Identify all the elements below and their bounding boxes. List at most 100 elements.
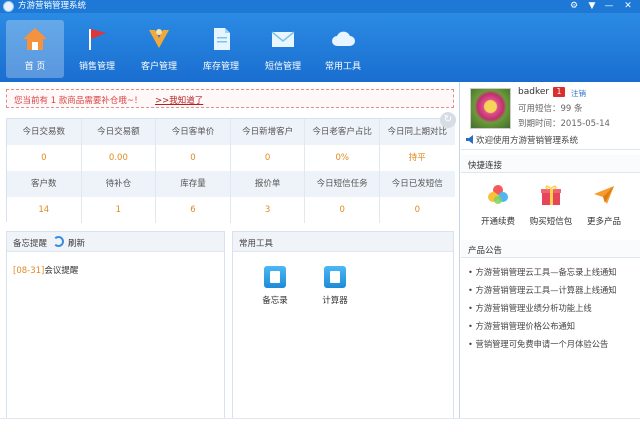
nav-inventory[interactable]: 库存管理 [192,20,250,78]
close-button[interactable]: ✕ [620,0,636,13]
document-icon [214,28,230,50]
tool-label: 备忘录 [262,296,288,306]
stat-label: 今日新增客户 [230,119,306,145]
announcement-text: 营销管理可免费申请一个月体验公告 [475,339,609,349]
memo-panel: 备忘提醒 刷新 [08-31]会议提醒 [6,231,225,446]
stat-value[interactable]: 1 [81,197,157,223]
stat-value[interactable]: 14 [7,197,82,223]
refresh-stats-icon[interactable]: ↻ [440,112,456,128]
nav-label: 短信管理 [264,62,301,72]
stat-label: 待补仓 [81,171,157,197]
customer-icon [149,29,169,48]
memo-date: [08-31] [13,266,45,276]
stat-label: 今日已发短信 [380,171,455,197]
envelope-icon [271,31,295,47]
tool-label: 计算器 [322,296,348,306]
announcement-text: 方游营销管理云工具—备忘录上线通知 [475,267,617,277]
nav-label: 客户管理 [140,62,177,72]
message-badge[interactable]: 1 [553,87,565,97]
nav-tools[interactable]: 常用工具 [314,20,372,78]
memo-panel-header: 备忘提醒 刷新 [7,232,224,252]
stat-value: 持平 [380,145,455,171]
stat-label: 客户数 [7,171,82,197]
memo-item[interactable]: [08-31]会议提醒 [13,264,78,276]
stats-table: 今日交易数 今日交易额 今日客单价 今日新增客户 今日老客户占比 今日同上期对比… [6,118,455,223]
announcement-text: 方游营销管理价格公布通知 [475,321,576,331]
tools-panel: 常用工具 备忘录 计算器 [232,231,454,446]
quick-links-title: 快捷连接 [468,161,503,171]
sidebar: badker 1 注销 可用短信：99 条 到期时间：2015-05-14 欢迎… [461,82,640,418]
speaker-icon [466,135,473,144]
paper-plane-icon [594,186,614,204]
window-title: 方游营销管理系统 [18,1,87,11]
home-icon [23,28,47,50]
announcement-item[interactable]: • 方游营销管理价格公布通知 [468,320,638,332]
stat-label: 报价单 [230,171,306,197]
user-card: badker 1 注销 可用短信：99 条 到期时间：2015-05-14 欢迎… [461,82,640,150]
stat-value[interactable]: 3 [230,197,306,223]
memo-text: 会议提醒 [44,266,79,276]
gift-icon [541,185,561,205]
nav-customers[interactable]: 客户管理 [130,20,188,78]
nav-label: 库存管理 [202,62,239,72]
title-bar: 方游营销管理系统 ⚙ ▼ — ✕ [0,0,640,13]
settings-icon[interactable]: ⚙ [566,0,582,13]
sms-balance: 可用短信：99 条 [518,104,583,114]
announcement-item[interactable]: • 方游营销管理业绩分析功能上线 [468,302,638,314]
stat-label: 今日交易数 [7,119,82,145]
announcement-item[interactable]: • 方游营销管理云工具—备忘录上线通知 [468,266,638,278]
quick-links-header: 快捷连接 [461,155,640,173]
stat-value: 0% [305,145,380,171]
announcement-item[interactable]: • 营销管理可免费申请一个月体验公告 [468,338,638,350]
stat-label: 今日客单价 [156,119,231,145]
app-logo-icon [3,1,14,12]
restock-notice: 您当前有 1 款商品需要补仓哦~！ >>我知道了 [6,89,454,108]
announcement-text: 方游营销管理云工具—计算器上线通知 [475,285,617,295]
quick-link-label: 开通续费 [480,217,515,227]
stat-value[interactable]: 0 [305,197,380,223]
nav-home[interactable]: 首 页 [6,20,64,78]
stat-value: 0 [156,145,231,171]
stat-label: 今日交易额 [81,119,157,145]
nav-sms[interactable]: 短信管理 [254,20,312,78]
status-bar [0,418,640,446]
nav-label: 常用工具 [324,62,361,72]
announcements-header: 产品公告 [461,240,640,258]
nav-sales[interactable]: 销售管理 [68,20,126,78]
calculator-icon [324,266,346,288]
stat-label: 今日短信任务 [305,171,380,197]
refresh-label: 刷新 [68,239,86,249]
colorwheel-icon [488,185,508,204]
quick-link-label: 更多产品 [586,217,621,227]
quick-link-label: 购买短信包 [529,217,573,227]
stat-value: 0 [7,145,82,171]
minimize-window-button[interactable]: — [601,0,617,13]
expiry-date: 到期时间：2015-05-14 [518,119,610,129]
refresh-icon [53,236,64,247]
main-toolbar: 首 页 销售管理 客户管理 库存管理 短信管理 常用工具 [0,13,640,82]
announcement-item[interactable]: • 方游营销管理云工具—计算器上线通知 [468,284,638,296]
notice-text: 您当前有 1 款商品需要补仓哦~！ [14,96,143,106]
nav-label: 销售管理 [78,62,115,72]
flag-icon [89,29,106,50]
minimize-button[interactable]: ▼ [584,0,600,13]
stat-label: 今日老客户占比 [305,119,380,145]
stat-value: 0 [230,145,306,171]
stat-label: 库存量 [156,171,231,197]
announcement-text: 方游营销管理业绩分析功能上线 [475,303,592,313]
username: badker [518,87,550,97]
avatar[interactable] [470,88,511,129]
tools-panel-title: 常用工具 [239,239,274,249]
notebook-icon [264,266,286,288]
stat-value: 0.00 [81,145,157,171]
logout-link[interactable]: 注销 [571,88,586,99]
nav-label: 首 页 [24,62,46,72]
announcements-title: 产品公告 [468,246,503,256]
stat-value[interactable]: 0 [380,197,455,223]
stat-value[interactable]: 6 [156,197,231,223]
main-content: 您当前有 1 款商品需要补仓哦~！ >>我知道了 今日交易数 今日交易额 今日客… [0,82,460,446]
tools-panel-header: 常用工具 [233,232,453,252]
cloud-icon [332,31,355,46]
memo-panel-title: 备忘提醒 [13,239,48,249]
notice-dismiss-link[interactable]: >>我知道了 [155,94,203,106]
